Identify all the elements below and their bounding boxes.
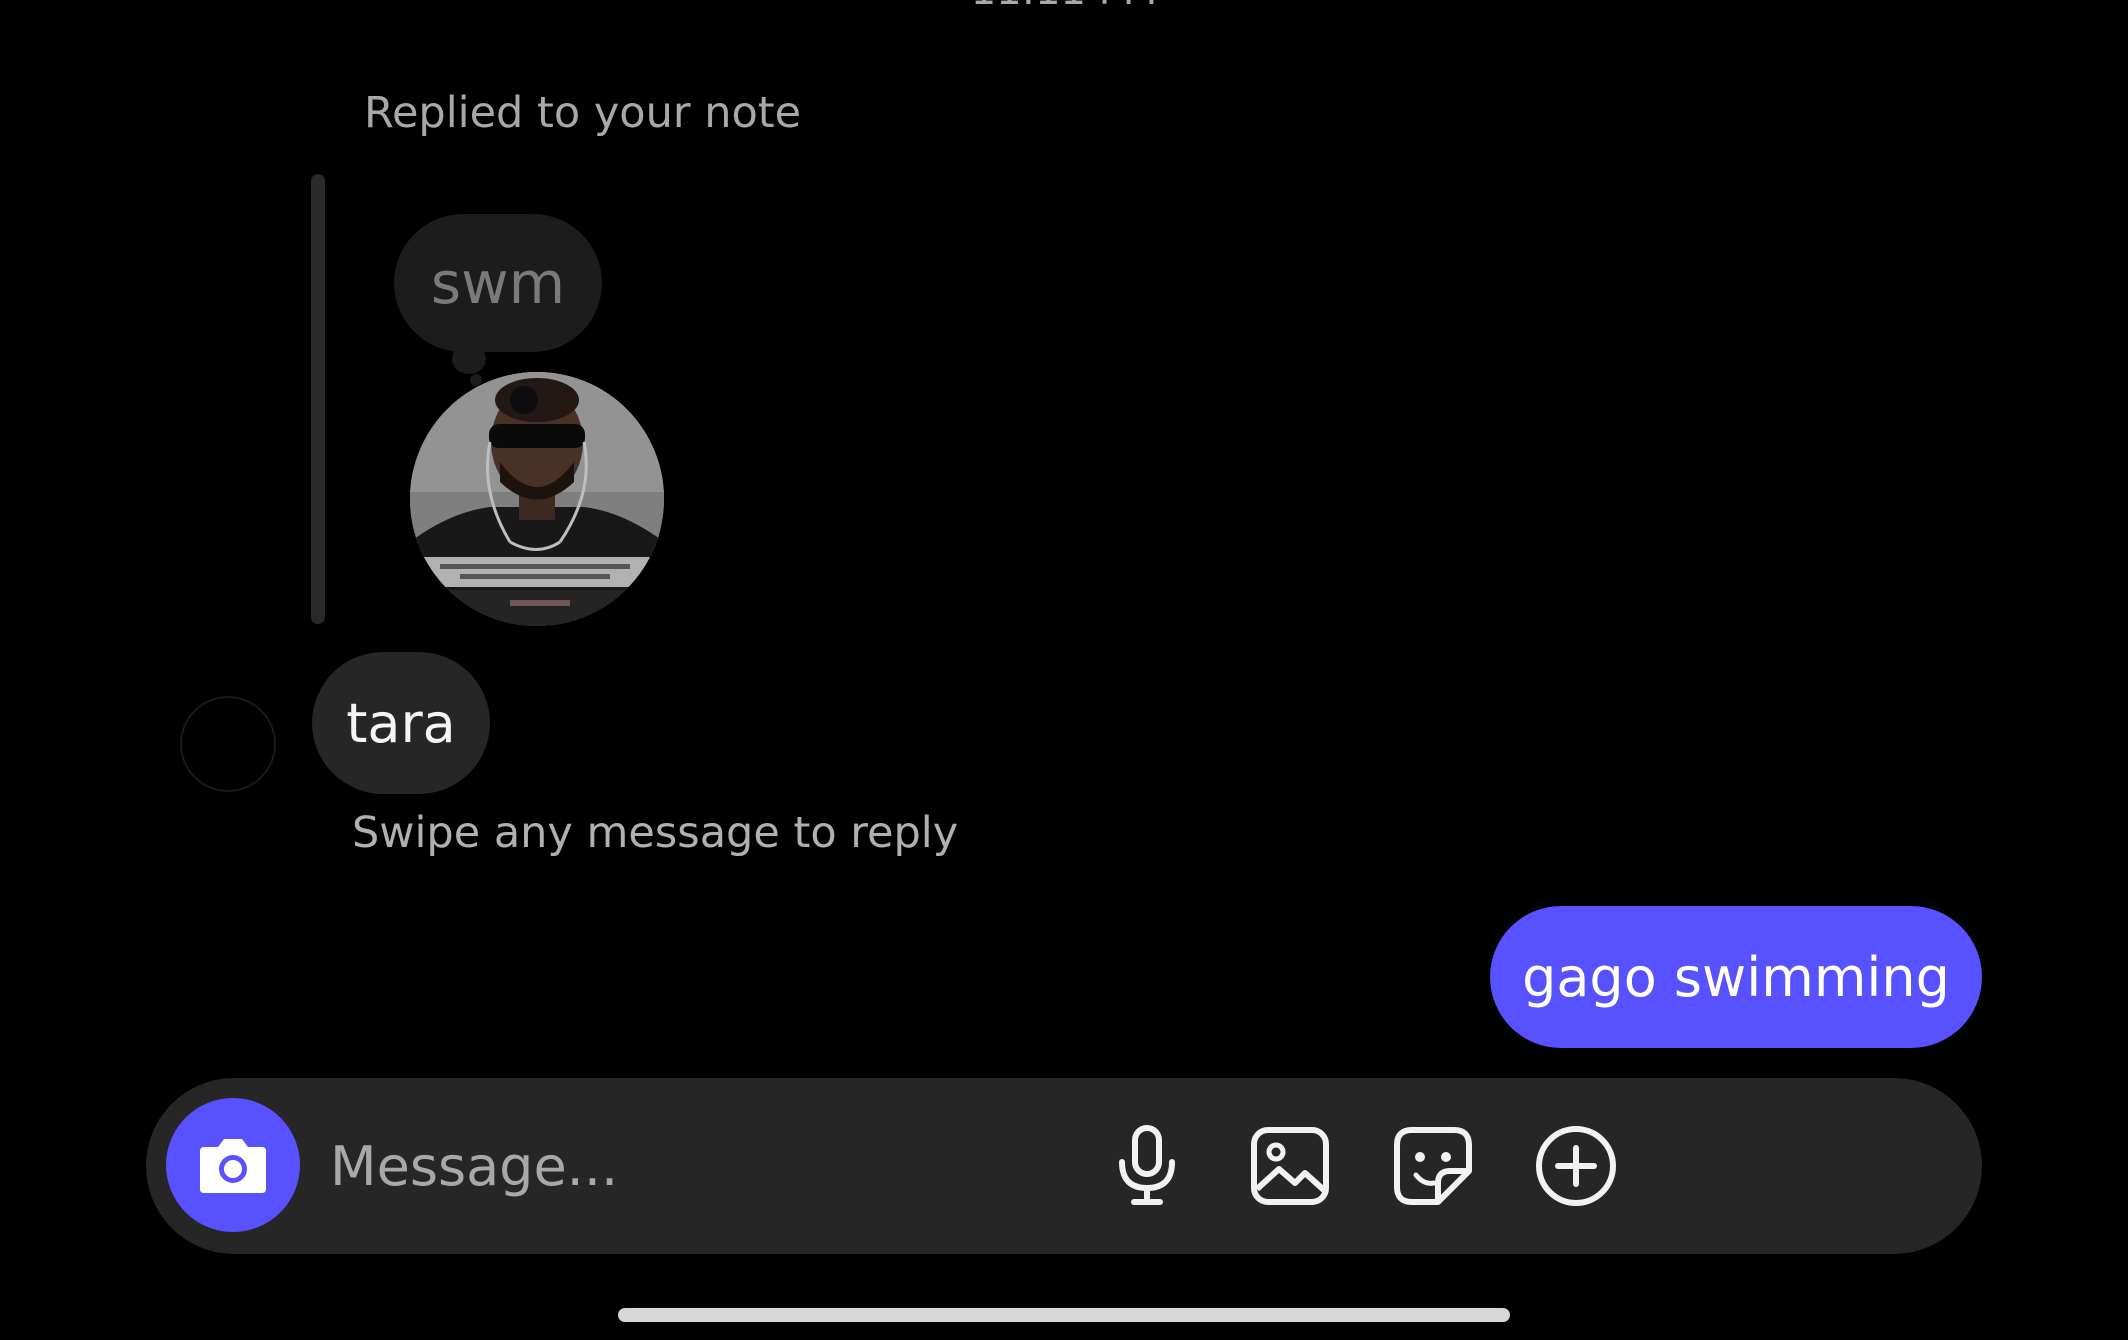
camera-button[interactable] [166, 1098, 300, 1232]
plus-icon [1536, 1126, 1616, 1206]
reply-context-label: Replied to your note [364, 88, 802, 138]
note-author-avatar[interactable] [410, 372, 664, 626]
image-icon [1251, 1127, 1329, 1205]
camera-icon [200, 1139, 266, 1193]
home-indicator[interactable] [618, 1308, 1510, 1322]
voice-message-button[interactable] [1102, 1121, 1192, 1211]
message-timestamp: 11:11 PM [0, 0, 2128, 14]
sender-avatar[interactable] [180, 696, 276, 792]
incoming-message-bubble[interactable]: tara [312, 652, 490, 794]
sticker-button[interactable] [1388, 1121, 1478, 1211]
more-options-button[interactable] [1531, 1121, 1621, 1211]
dm-thread-screen: 11:11 PM Replied to your note swm ta [0, 0, 2128, 1340]
note-bubble-tail [452, 344, 486, 374]
reply-quote-bar [311, 174, 325, 624]
note-bubble[interactable]: swm [394, 214, 602, 352]
message-composer [146, 1078, 1982, 1254]
swipe-reply-hint: Swipe any message to reply [352, 808, 959, 858]
sticker-icon [1394, 1127, 1472, 1205]
outgoing-message-bubble[interactable]: gago swimming [1490, 906, 1982, 1048]
gallery-button[interactable] [1245, 1121, 1335, 1211]
avatar-dim-overlay [410, 372, 664, 626]
microphone-icon [1119, 1125, 1175, 1205]
